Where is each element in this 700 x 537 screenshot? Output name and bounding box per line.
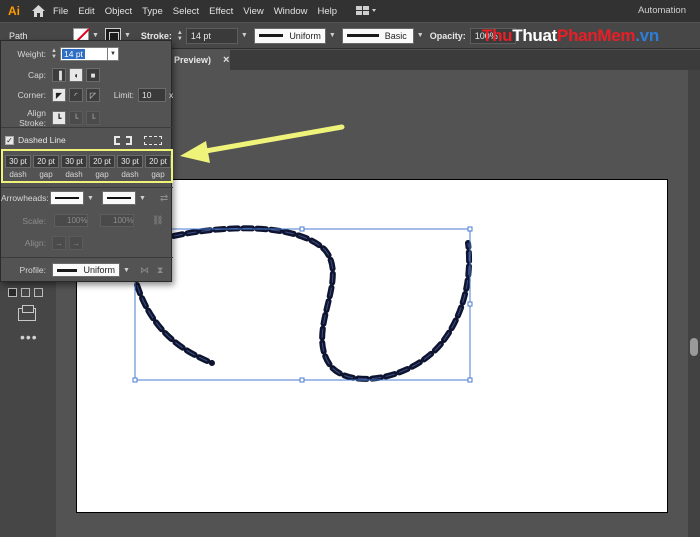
align-label: Align: xyxy=(24,238,46,248)
preserve-dash-lengths-icon[interactable] xyxy=(112,134,134,146)
arrowheads-label: Arrowheads: xyxy=(1,193,49,203)
profile-label: Profile: xyxy=(19,265,46,275)
selection-handle xyxy=(299,377,305,383)
align-stroke-inside-icon[interactable]: ┗ xyxy=(69,111,83,125)
selection-handle xyxy=(467,301,473,307)
weight-label: Weight: xyxy=(17,49,46,59)
align-stroke-outside-icon[interactable]: ┗ xyxy=(86,111,100,125)
cap-label: Cap: xyxy=(28,70,46,80)
gap-field-1: 20 pt gap xyxy=(33,155,59,179)
swap-arrowheads-icon[interactable]: ⇄ xyxy=(160,193,168,204)
annotation-arrow xyxy=(180,124,345,163)
align-row: Align: → → xyxy=(1,236,83,250)
gap-2-caption: gap xyxy=(95,170,109,179)
dash-2-caption: dash xyxy=(65,170,83,179)
arrow-tip-at-end-icon[interactable]: → xyxy=(69,236,83,250)
limit-label: Limit: xyxy=(113,90,134,100)
dash-field-1: 30 pt dash xyxy=(5,155,31,179)
align-dashes-to-corners-icon[interactable] xyxy=(142,134,164,146)
dash-1-input[interactable]: 30 pt xyxy=(5,155,31,168)
start-arrowhead-select[interactable]: ▼ xyxy=(50,191,94,205)
limit-field[interactable]: 10 xyxy=(138,88,166,102)
divider xyxy=(1,127,173,128)
corner-label: Corner: xyxy=(17,90,46,100)
link-scale-icon[interactable]: ⛓ xyxy=(152,215,163,226)
dash-field-3: 30 pt dash xyxy=(117,155,143,179)
profile-value: Uniform xyxy=(83,265,115,275)
flip-across-icon[interactable]: ⧗ xyxy=(157,265,163,276)
dash-field-2: 30 pt dash xyxy=(61,155,87,179)
dashed-line-checkbox[interactable]: ✓ xyxy=(5,135,14,145)
align-stroke-row: Align Stroke: ┗ ┗ ┗ xyxy=(1,108,100,128)
round-join-icon[interactable]: ◜ xyxy=(69,88,83,102)
projecting-cap-icon[interactable]: ■ xyxy=(86,68,100,82)
gap-2-input[interactable]: 20 pt xyxy=(89,155,115,168)
scale-row: Scale: 100% 100% ⛓ xyxy=(1,214,163,227)
flip-along-icon[interactable]: ⋈ xyxy=(140,265,149,276)
dash-gap-fields-highlight: 30 pt dash 20 pt gap 30 pt dash 20 pt ga… xyxy=(1,149,173,183)
selection-handle xyxy=(467,377,473,383)
arrowheads-row: Arrowheads: ▼ ▼ ⇄ xyxy=(1,191,168,205)
corner-row: Corner: ◤ ◜ ◸ Limit: 10 x xyxy=(1,88,173,102)
selection-handle xyxy=(299,226,305,232)
gap-1-caption: gap xyxy=(39,170,53,179)
chevron-down-icon[interactable]: ▼ xyxy=(139,195,146,202)
dashed-line-row: ✓ Dashed Line xyxy=(5,134,164,146)
selection-handle xyxy=(467,226,473,232)
limit-unit: x xyxy=(169,90,174,100)
gap-3-input[interactable]: 20 pt xyxy=(145,155,171,168)
weight-stepper[interactable]: ▲ ▼ xyxy=(50,48,58,60)
weight-field[interactable]: 14 pt xyxy=(60,47,108,61)
stroke-panel: Weight: ▲ ▼ 14 pt ▼ Cap: ▐ ◖ ■ Corner: ◤ … xyxy=(0,40,173,282)
cap-row: Cap: ▐ ◖ ■ xyxy=(1,68,100,82)
gap-field-2: 20 pt gap xyxy=(89,155,115,179)
scale-label: Scale: xyxy=(22,215,46,226)
selection-bounding-box[interactable] xyxy=(132,226,473,383)
gap-1-input[interactable]: 20 pt xyxy=(33,155,59,168)
dashed-path[interactable] xyxy=(134,225,473,382)
chevron-down-icon[interactable]: ▼ xyxy=(87,195,94,202)
weight-row: Weight: ▲ ▼ 14 pt ▼ xyxy=(1,47,119,61)
selection-handle xyxy=(132,377,138,383)
dashed-line-label: Dashed Line xyxy=(18,135,66,145)
end-arrowhead-select[interactable]: ▼ xyxy=(101,191,146,205)
align-stroke-center-icon[interactable]: ┗ xyxy=(52,111,66,125)
arrow-tip-beyond-end-icon[interactable]: → xyxy=(52,236,66,250)
round-cap-icon[interactable]: ◖ xyxy=(69,68,83,82)
chevron-down-icon[interactable]: ▼ xyxy=(108,47,119,61)
divider xyxy=(1,257,173,258)
end-scale-field[interactable]: 100% xyxy=(100,214,134,227)
miter-join-icon[interactable]: ◤ xyxy=(52,88,66,102)
profile-line-preview xyxy=(57,268,78,272)
gap-field-3: 20 pt gap xyxy=(145,155,171,179)
profile-row: Profile: Uniform ▼ ⋈ ⧗ xyxy=(1,263,163,277)
weight-value: 14 pt xyxy=(62,49,85,59)
align-stroke-label: Align Stroke: xyxy=(19,108,46,128)
butt-cap-icon[interactable]: ▐ xyxy=(52,68,66,82)
start-scale-field[interactable]: 100% xyxy=(54,214,88,227)
dash-3-input[interactable]: 30 pt xyxy=(117,155,143,168)
dash-2-input[interactable]: 30 pt xyxy=(61,155,87,168)
chevron-down-icon[interactable]: ▼ xyxy=(123,267,130,274)
divider xyxy=(1,187,173,188)
bevel-join-icon[interactable]: ◸ xyxy=(86,88,100,102)
profile-select[interactable]: Uniform xyxy=(52,263,120,277)
dash-1-caption: dash xyxy=(9,170,27,179)
gap-3-caption: gap xyxy=(151,170,165,179)
dash-3-caption: dash xyxy=(121,170,139,179)
